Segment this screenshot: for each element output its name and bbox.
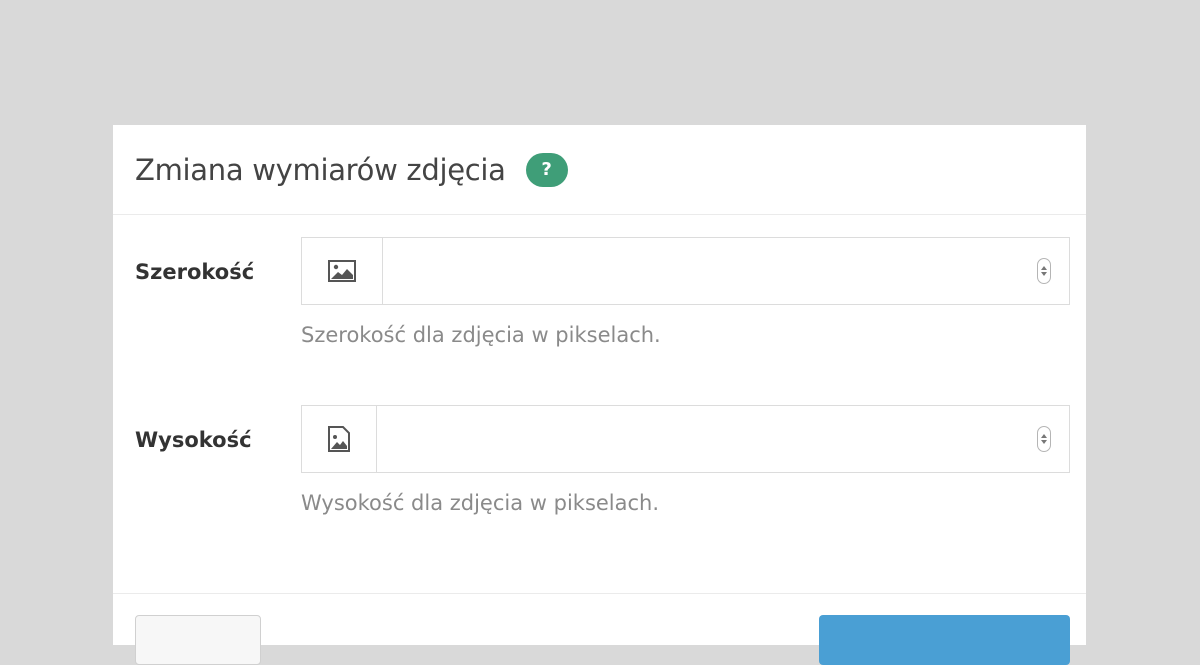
height-label: Wysokość (135, 428, 252, 452)
image-landscape-icon (302, 238, 383, 304)
width-label: Szerokość (135, 260, 255, 284)
spinner-icon[interactable] (1037, 426, 1051, 452)
help-icon[interactable]: ? (525, 152, 568, 187)
height-help-text: Wysokość dla zdjęcia w pikselach. (301, 491, 660, 515)
dialog-header: Zmiana wymiarów zdjęcia ? (113, 125, 1086, 215)
dialog-footer (113, 593, 1086, 665)
height-spinner[interactable] (1019, 406, 1069, 472)
height-input-group (301, 405, 1070, 473)
spinner-icon[interactable] (1037, 258, 1051, 284)
width-input[interactable] (383, 238, 1019, 304)
image-portrait-icon (302, 406, 377, 472)
cancel-button[interactable] (135, 615, 261, 665)
resize-image-dialog: Zmiana wymiarów zdjęcia ? Szerokość Szer… (113, 125, 1086, 665)
height-input[interactable] (377, 406, 1019, 472)
dialog-title: Zmiana wymiarów zdjęcia (135, 152, 506, 187)
save-button[interactable] (819, 615, 1070, 665)
width-input-group (301, 237, 1070, 305)
width-spinner[interactable] (1019, 238, 1069, 304)
width-help-text: Szerokość dla zdjęcia w pikselach. (301, 323, 661, 347)
